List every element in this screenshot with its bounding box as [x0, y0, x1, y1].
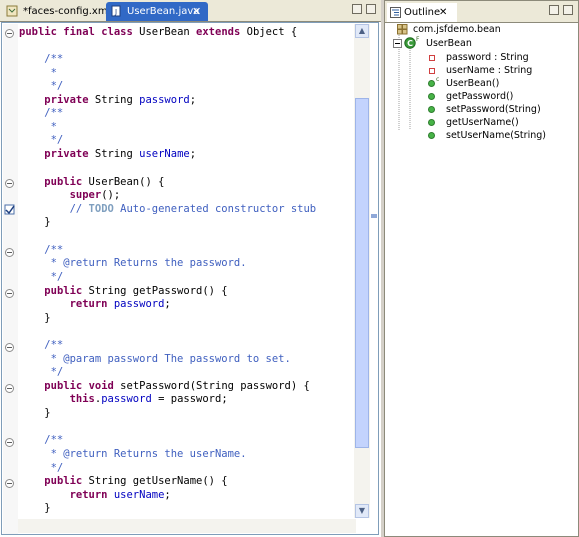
code-line: /** — [19, 339, 64, 351]
code-line: public void setPassword(String password)… — [44, 380, 310, 392]
left-ruler — [3, 24, 18, 534]
fold-collapse-icon[interactable] — [5, 29, 14, 38]
code-line: * — [19, 67, 64, 79]
private-field-icon — [429, 68, 435, 74]
code-line: private String password; — [44, 94, 197, 106]
code-line: this.password = password; — [69, 393, 228, 405]
scroll-down-icon[interactable]: ▼ — [355, 504, 369, 518]
constructor-marker-icon: c — [436, 76, 440, 83]
fold-collapse-icon[interactable] — [5, 479, 14, 488]
code-line: private String userName; — [44, 148, 197, 160]
code-line: */ — [19, 462, 64, 474]
horizontal-scrollbar[interactable] — [18, 519, 356, 533]
code-editor[interactable]: public final class UserBean extends Obje… — [1, 22, 379, 535]
scroll-up-icon[interactable]: ▲ — [355, 24, 369, 38]
code-line: /** — [19, 244, 64, 256]
java-file-icon: J — [111, 5, 121, 17]
tree-item-label: setPassword(String) — [446, 104, 541, 115]
code-line: } — [19, 502, 51, 514]
fold-collapse-icon[interactable] — [5, 248, 14, 257]
overview-ruler[interactable] — [370, 24, 378, 534]
close-tab-icon[interactable]: ✕ — [439, 3, 447, 22]
outline-icon — [390, 7, 401, 18]
fold-collapse-icon[interactable] — [5, 438, 14, 447]
constructor-icon — [428, 80, 435, 87]
maximize-icon[interactable] — [366, 4, 376, 14]
tab-faces-config[interactable]: *faces-config.xml — [2, 2, 110, 21]
outline-tab-label: Outline — [404, 7, 441, 18]
tab-label: UserBean.java — [127, 6, 200, 17]
code-line: public UserBean() { — [44, 176, 165, 188]
svg-text:C: C — [407, 39, 413, 48]
code-line: public String getPassword() { — [44, 285, 228, 297]
code-line: * @return Returns the password. — [19, 257, 247, 269]
final-marker-icon: F — [416, 36, 420, 43]
code-line: return password; — [69, 298, 171, 310]
outline-panel: Outline ✕ com.jsfdemo.bean C F UserBean … — [384, 0, 579, 537]
code-line: */ — [19, 271, 64, 283]
code-line: public String getUserName() { — [44, 475, 228, 487]
public-method-icon — [428, 106, 435, 113]
code-line: } — [19, 312, 51, 324]
code-line: // TODO Auto-generated constructor stub — [69, 203, 317, 215]
svg-text:J: J — [114, 8, 117, 16]
public-method-icon — [428, 93, 435, 100]
tree-item-label: setUserName(String) — [446, 130, 546, 141]
editor-tab-bar: *faces-config.xml J UserBean.java ✕ — [0, 0, 381, 22]
xml-file-icon — [6, 5, 18, 17]
code-line: } — [19, 216, 51, 228]
code-line: return userName; — [69, 489, 171, 501]
class-icon: C — [404, 37, 416, 49]
code-line: * — [19, 121, 64, 133]
tab-label: *faces-config.xml — [23, 6, 111, 17]
maximize-icon[interactable] — [563, 5, 573, 15]
code-line: /** — [19, 107, 64, 119]
code-line: */ — [19, 80, 64, 92]
code-line: public final class UserBean extends Obje… — [19, 26, 298, 38]
tab-outline[interactable]: Outline ✕ — [387, 3, 457, 22]
collapse-icon[interactable] — [393, 39, 402, 48]
private-field-icon — [429, 55, 435, 61]
tree-item-label: getUserName() — [446, 117, 519, 128]
code-line: * @return Returns the userName. — [19, 448, 247, 460]
code-line: /** — [19, 53, 64, 65]
public-method-icon — [428, 132, 435, 139]
fold-collapse-icon[interactable] — [5, 179, 14, 188]
vertical-scrollbar[interactable]: ▲ ▼ — [354, 24, 370, 518]
code-line: } — [19, 407, 51, 419]
tree-item-label: UserBean — [426, 38, 472, 49]
task-marker-icon[interactable] — [4, 204, 16, 216]
package-icon — [397, 24, 408, 35]
tree-item-label: com.jsfdemo.bean — [413, 24, 501, 35]
fold-collapse-icon[interactable] — [5, 384, 14, 393]
tree-item-label: UserBean() — [446, 78, 500, 89]
close-tab-icon[interactable]: ✕ — [192, 2, 201, 21]
fold-collapse-icon[interactable] — [5, 289, 14, 298]
public-method-icon — [428, 119, 435, 126]
code-area[interactable]: public final class UserBean extends Obje… — [19, 26, 354, 522]
minimize-icon[interactable] — [549, 5, 559, 15]
code-line: /** — [19, 434, 64, 446]
tree-item-label: password : String — [446, 52, 529, 63]
code-line: */ — [19, 134, 64, 146]
task-overview-marker[interactable] — [371, 214, 377, 218]
outline-tab-bar: Outline ✕ — [385, 1, 578, 23]
minimize-icon[interactable] — [352, 4, 362, 14]
scroll-thumb[interactable] — [355, 98, 369, 448]
code-line: * @param password The password to set. — [19, 353, 291, 365]
editor-panel: *faces-config.xml J UserBean.java ✕ publ… — [0, 0, 381, 537]
tree-item-label: getPassword() — [446, 91, 514, 102]
code-line: super(); — [69, 189, 121, 201]
tab-userbean-java[interactable]: J UserBean.java ✕ — [106, 2, 208, 21]
tree-item-label: userName : String — [446, 65, 533, 76]
code-line: */ — [19, 366, 64, 378]
fold-collapse-icon[interactable] — [5, 343, 14, 352]
